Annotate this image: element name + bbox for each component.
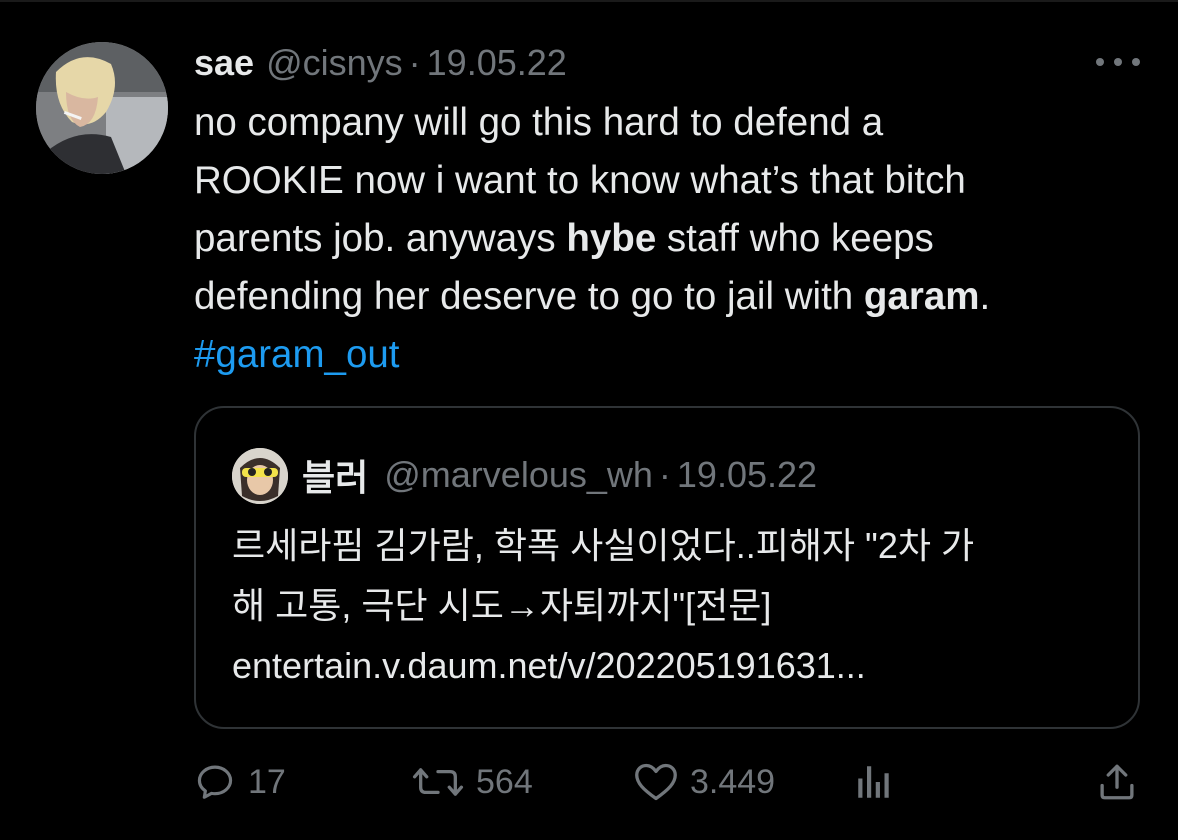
top-divider [0,0,1178,2]
views-button[interactable] [854,752,894,812]
hashtag-link[interactable]: #garam_out [194,326,1144,384]
like-button[interactable]: 3.449 [634,752,775,812]
tweet-date[interactable]: 19.05.22 [427,42,567,84]
more-icon[interactable] [1096,55,1140,69]
author-handle[interactable]: @cisnys [266,42,403,84]
author-name[interactable]: sae [194,42,254,84]
quoted-link[interactable]: entertain.v.daum.net/v/202205191631... [232,636,1122,696]
tweet-text-line: defending her deserve to go to jail with… [194,268,1144,326]
like-heart-icon [635,763,677,801]
retweet-icon [412,768,464,796]
tweet-text-segment: . [979,275,991,318]
more-dot [1114,58,1122,66]
reply-button[interactable]: 17 [194,752,286,812]
tweet-text-line: ROOKIE now i want to know what’s that bi… [194,159,966,202]
quoted-tweet-header: 블러 @marvelous_wh · 19.05.22 [302,452,817,498]
reply-count: 17 [248,762,286,801]
share-icon [1100,764,1134,800]
tweet-text-line: no company will go this hard to defend a [194,101,884,144]
tweet-action-bar: 17 564 3.449 [194,752,1146,812]
bold-word-garam: garam [863,275,980,318]
header-separator: · [408,42,421,83]
tweet-text: no company will go this hard to defend a… [194,94,1144,384]
quoted-header-separator: · [658,454,671,495]
tweet-text-segment: staff who keeps [656,217,934,260]
quoted-author-handle[interactable]: @marvelous_wh [384,454,653,496]
share-button[interactable] [1096,752,1138,812]
quoted-author-name[interactable]: 블러 [302,449,368,501]
bold-word-hybe: hybe [566,217,657,260]
like-count: 3.449 [690,762,776,801]
quoted-text-line: 해 고통, 극단 시도→자퇴까지"[전문] [232,585,772,626]
retweet-count: 564 [476,762,533,801]
reply-icon [197,765,233,799]
tweet-text-segment: parents job. anyways [194,217,567,260]
quoted-tweet-card[interactable]: 블러 @marvelous_wh · 19.05.22 르세라핌 김가람, 학폭… [194,406,1140,729]
tweet-header: sae @cisnys · 19.05.22 [194,38,567,88]
quoted-text-line: 르세라핌 김가람, 학폭 사실이었다..피해자 "2차 가 [232,525,975,566]
tweet-text-line: parents job. anyways hybe staff who keep… [194,210,1144,268]
quoted-tweet-text: 르세라핌 김가람, 학폭 사실이었다..피해자 "2차 가 해 고통, 극단 시… [232,516,1122,696]
more-dot [1096,58,1104,66]
retweet-button[interactable]: 564 [412,752,533,812]
author-avatar[interactable] [36,42,168,174]
tweet-text-segment: defending her deserve to go to jail with [194,275,864,318]
more-dot [1132,58,1140,66]
quoted-author-avatar[interactable] [232,448,288,504]
quoted-tweet-date[interactable]: 19.05.22 [677,454,817,496]
analytics-icon [858,766,889,798]
